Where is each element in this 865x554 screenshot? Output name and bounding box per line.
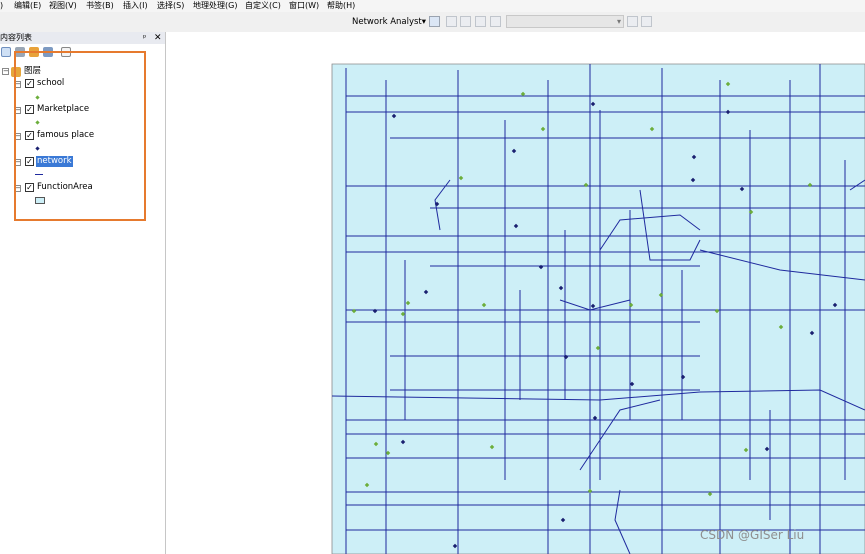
list-by-drawing-order-icon[interactable]	[1, 47, 11, 57]
select-move-location-icon[interactable]	[460, 16, 471, 27]
menu-bar: ) 编辑(E) 视图(V) 书签(B) 插入(I) 选择(S) 地理处理(G) …	[0, 0, 865, 12]
directions-icon[interactable]	[627, 16, 638, 27]
build-network-icon[interactable]	[490, 16, 501, 27]
menu-geoprocessing[interactable]: 地理处理(G)	[193, 0, 237, 12]
pin-icon[interactable]: ᵖ	[143, 32, 146, 44]
network-analyst-dropdown[interactable]: Network Analyst▾	[352, 15, 426, 29]
chevron-down-icon: ▾	[616, 17, 621, 26]
highlight-box	[14, 51, 146, 221]
watermark: CSDN @GISer Liu	[700, 528, 805, 542]
menu-view[interactable]: 视图(V)	[49, 0, 77, 12]
menu-bookmarks[interactable]: 书签(B)	[86, 0, 114, 12]
map-view[interactable]	[166, 32, 865, 554]
toc-title-bar: 内容列表 ᵖ ✕	[0, 32, 165, 44]
solve-icon[interactable]	[475, 16, 486, 27]
map-canvas[interactable]	[166, 32, 865, 554]
menu-edit[interactable]: 编辑(E)	[14, 0, 41, 12]
create-network-location-icon[interactable]	[446, 16, 457, 27]
menu-file-fragment[interactable]: )	[0, 0, 3, 12]
network-analyst-toolbar: Network Analyst▾ ▾	[0, 12, 865, 33]
menu-insert[interactable]: 插入(I)	[123, 0, 148, 12]
menu-selection[interactable]: 选择(S)	[157, 0, 184, 12]
toc-title: 内容列表	[0, 33, 32, 42]
network-analyst-window-icon[interactable]	[429, 16, 440, 27]
close-icon[interactable]: ✕	[154, 32, 162, 44]
menu-help[interactable]: 帮助(H)	[327, 0, 355, 12]
network-identify-icon[interactable]	[641, 16, 652, 27]
network-dataset-combo[interactable]: ▾	[506, 15, 624, 28]
menu-window[interactable]: 窗口(W)	[289, 0, 319, 12]
menu-customize[interactable]: 自定义(C)	[245, 0, 281, 12]
collapse-layers-icon[interactable]: −	[2, 68, 9, 75]
